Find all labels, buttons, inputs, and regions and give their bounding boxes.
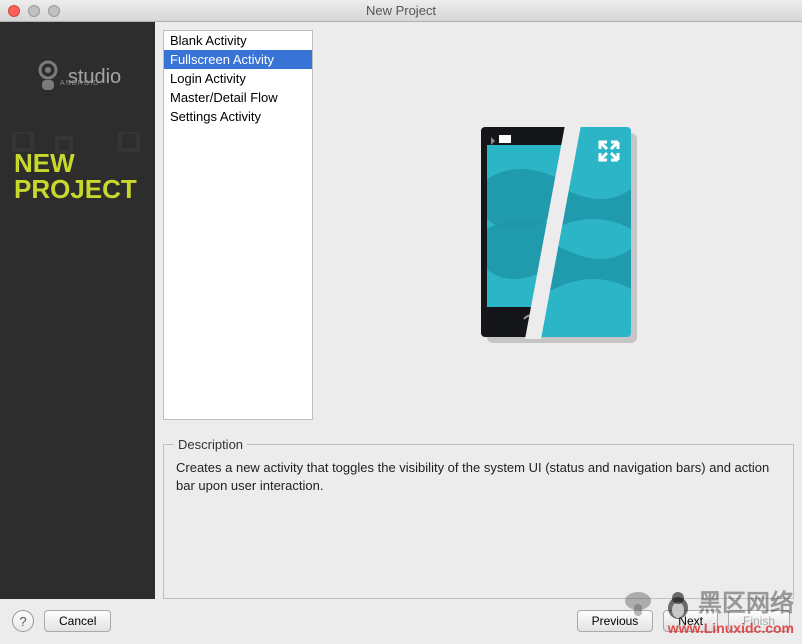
next-button[interactable]: Next (663, 610, 718, 632)
description-label: Description (174, 437, 247, 452)
wizard-main: Blank Activity Fullscreen Activity Login… (155, 22, 802, 599)
description-text: Creates a new activity that toggles the … (176, 459, 781, 495)
phone-preview-graphic (469, 119, 649, 349)
finish-button[interactable]: Finish (728, 610, 790, 632)
android-studio-logo: ANDROID studio (34, 60, 121, 94)
help-button[interactable]: ? (12, 610, 34, 632)
window-title: New Project (0, 3, 802, 18)
dialog-footer: ? Cancel Previous Next Finish (0, 599, 802, 643)
activity-template-list[interactable]: Blank Activity Fullscreen Activity Login… (163, 30, 313, 420)
cancel-button[interactable]: Cancel (44, 610, 111, 632)
android-gear-icon (34, 60, 62, 94)
template-preview (323, 30, 794, 438)
activity-item-blank[interactable]: Blank Activity (164, 31, 312, 50)
activity-item-login[interactable]: Login Activity (164, 69, 312, 88)
description-box: Description Creates a new activity that … (163, 444, 794, 599)
activity-item-settings[interactable]: Settings Activity (164, 107, 312, 126)
expand-icon (597, 139, 621, 163)
dialog-content: ANDROID studio NEW PROJECT Blank Activit… (0, 22, 802, 599)
wizard-sidebar: ANDROID studio NEW PROJECT (0, 22, 155, 599)
activity-item-master-detail[interactable]: Master/Detail Flow (164, 88, 312, 107)
previous-button[interactable]: Previous (577, 610, 654, 632)
brand-small-text: ANDROID (60, 80, 99, 87)
activity-item-fullscreen[interactable]: Fullscreen Activity (164, 50, 312, 69)
window-titlebar: New Project (0, 0, 802, 22)
